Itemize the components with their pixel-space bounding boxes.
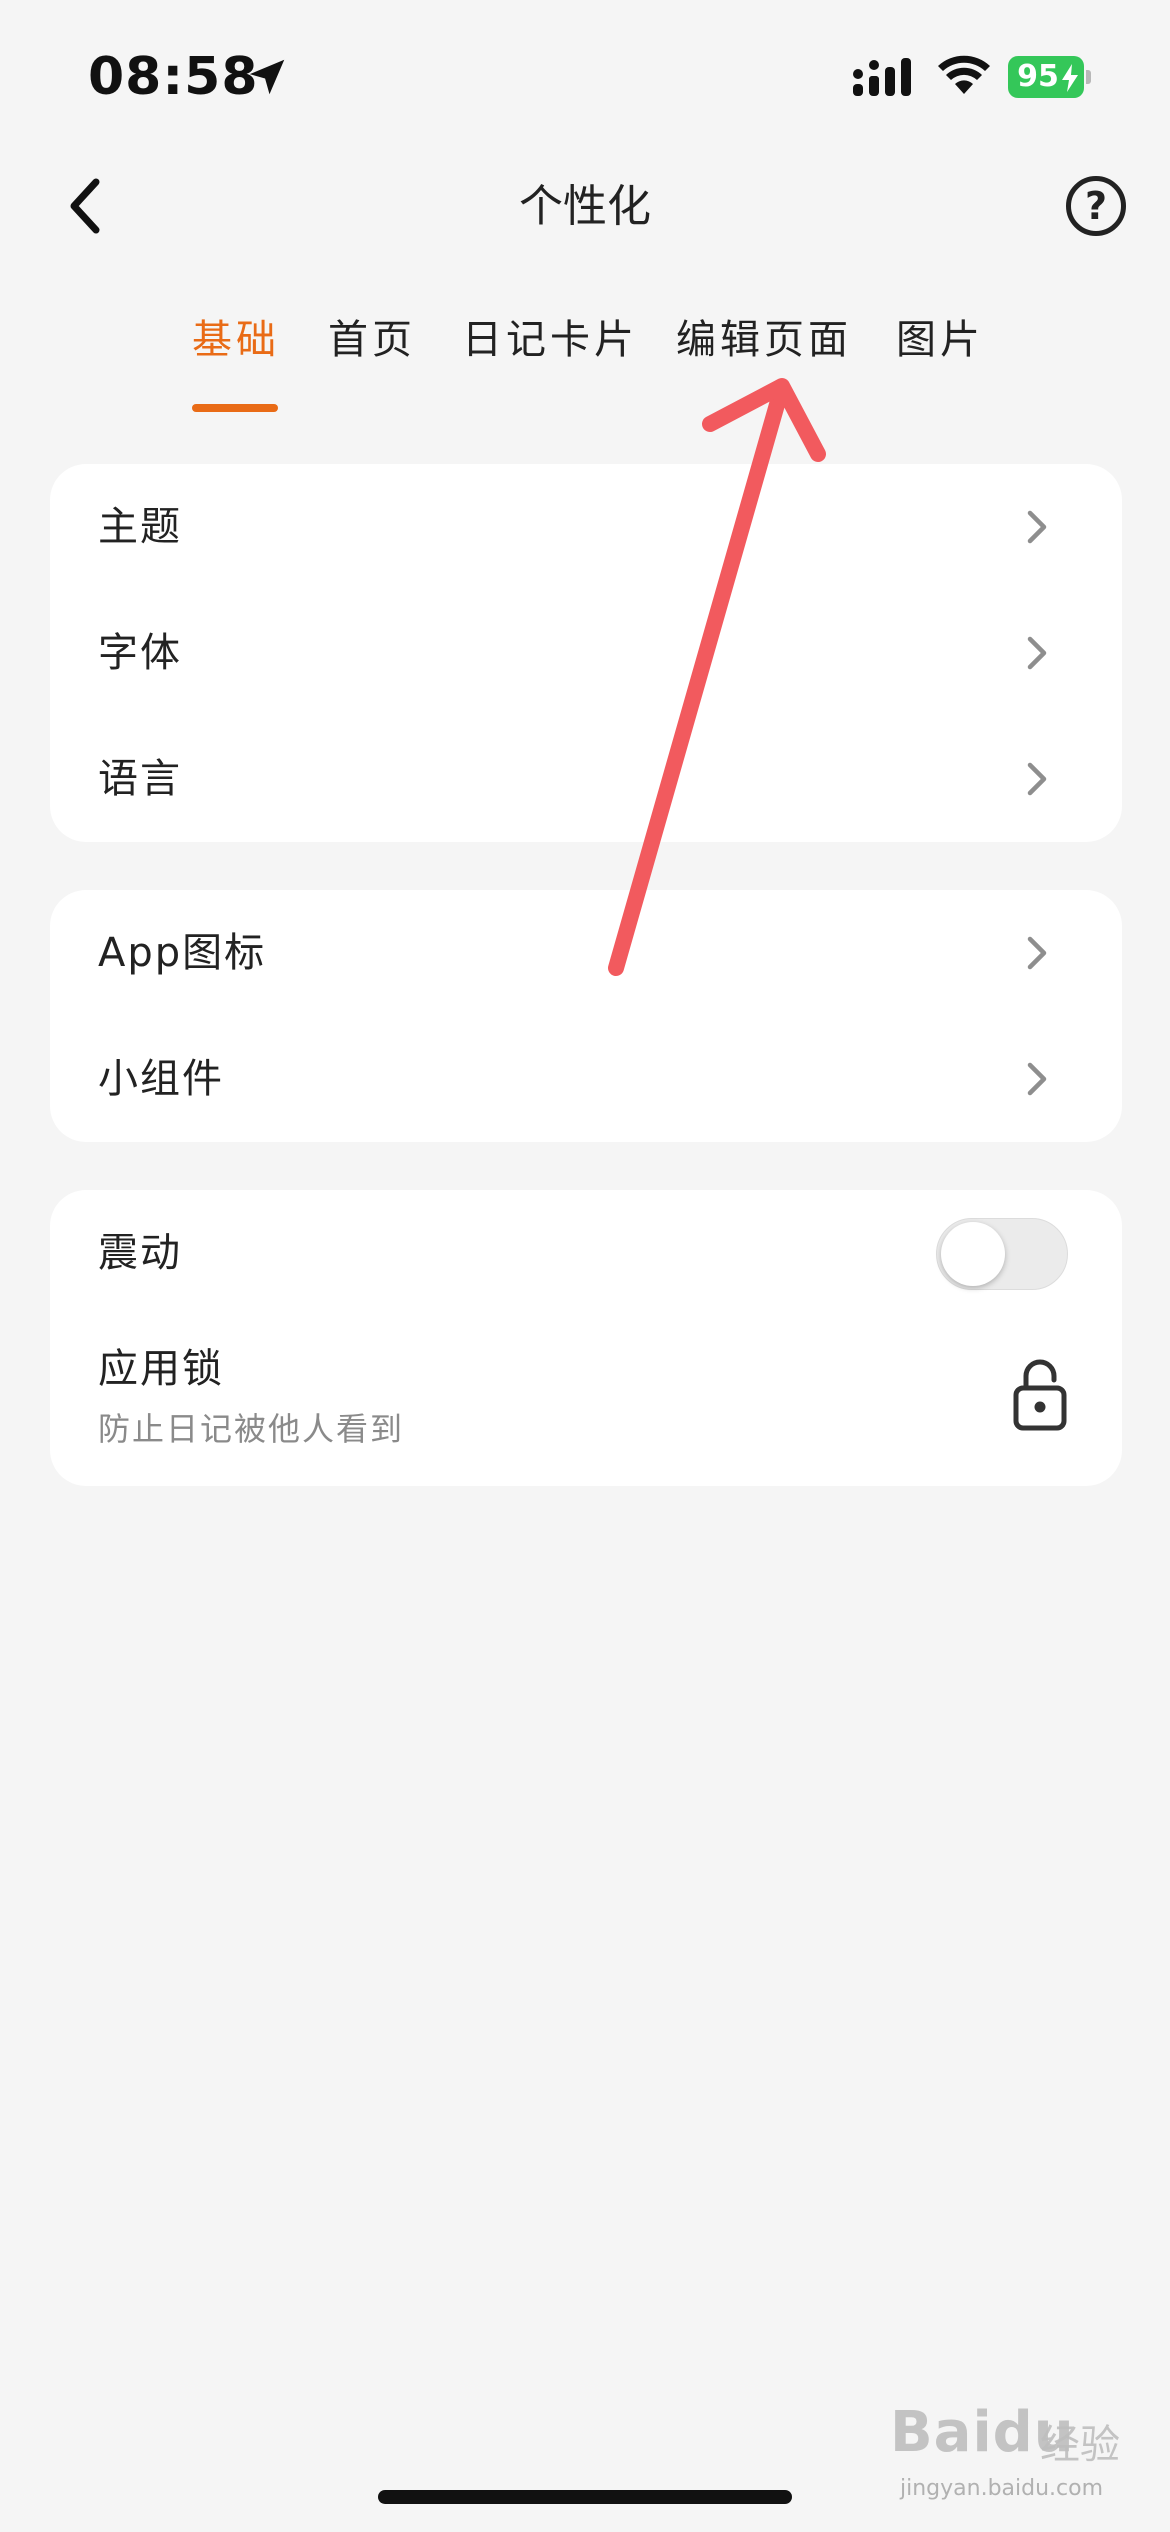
settings-row-vibration: 震动 xyxy=(50,1190,1122,1316)
battery-level: 95 xyxy=(1017,59,1059,94)
tab-edit-page[interactable]: 编辑页面 xyxy=(676,310,852,370)
charging-bolt-icon xyxy=(1062,64,1078,92)
chevron-right-icon xyxy=(1027,762,1047,796)
row-label: 震动 xyxy=(98,1230,182,1276)
battery-indicator: 95 xyxy=(1008,56,1092,98)
chevron-right-icon xyxy=(1027,636,1047,670)
settings-row-language[interactable]: 语言 xyxy=(50,716,1122,842)
toggle-knob xyxy=(941,1222,1005,1286)
page-title: 个性化 xyxy=(519,181,651,232)
status-bar: 08:58 95 xyxy=(0,0,1170,150)
row-label: 字体 xyxy=(98,630,182,676)
chevron-right-icon xyxy=(1027,936,1047,970)
chevron-right-icon xyxy=(1027,1062,1047,1096)
cellular-signal-icon xyxy=(853,58,911,96)
settings-row-app-lock[interactable]: 应用锁 防止日记被他人看到 xyxy=(50,1316,1122,1486)
wifi-icon xyxy=(938,55,990,94)
row-label: 小组件 xyxy=(98,1056,224,1102)
tab-basic[interactable]: 基础 xyxy=(192,310,280,370)
status-time: 08:58 xyxy=(88,47,259,107)
settings-group-appearance: App图标 小组件 xyxy=(50,890,1122,1142)
tab-home[interactable]: 首页 xyxy=(328,310,416,370)
row-label: 应用锁 xyxy=(98,1346,224,1392)
row-subtitle: 防止日记被他人看到 xyxy=(98,1410,405,1448)
tab-bar: 基础 首页 日记卡片 编辑页面 图片 xyxy=(0,300,1170,420)
vibration-toggle[interactable] xyxy=(936,1218,1068,1290)
watermark-url: jingyan.baidu.com xyxy=(900,2476,1104,2501)
baidu-watermark: Baidu 经验 jingyan.baidu.com xyxy=(890,2390,1130,2520)
settings-row-app-icon[interactable]: App图标 xyxy=(50,890,1122,1016)
tab-images[interactable]: 图片 xyxy=(896,310,984,370)
settings-row-widgets[interactable]: 小组件 xyxy=(50,1016,1122,1142)
help-icon[interactable]: ? xyxy=(1066,176,1126,236)
row-label: App图标 xyxy=(98,930,267,976)
home-indicator xyxy=(378,2490,792,2504)
settings-group-basic: 主题 字体 语言 xyxy=(50,464,1122,842)
settings-group-system: 震动 应用锁 防止日记被他人看到 xyxy=(50,1190,1122,1486)
location-arrow-icon xyxy=(249,59,285,95)
chevron-right-icon xyxy=(1027,510,1047,544)
watermark-cn: 经验 xyxy=(1040,2422,1120,2468)
battery-cap xyxy=(1086,70,1091,84)
tab-diary-card[interactable]: 日记卡片 xyxy=(462,310,638,370)
active-tab-indicator xyxy=(192,404,278,412)
chevron-left-icon[interactable] xyxy=(56,168,116,244)
settings-row-font[interactable]: 字体 xyxy=(50,590,1122,716)
lock-icon[interactable] xyxy=(1010,1356,1070,1432)
row-label: 主题 xyxy=(98,504,182,550)
settings-row-theme[interactable]: 主题 xyxy=(50,464,1122,590)
row-label: 语言 xyxy=(98,756,182,802)
